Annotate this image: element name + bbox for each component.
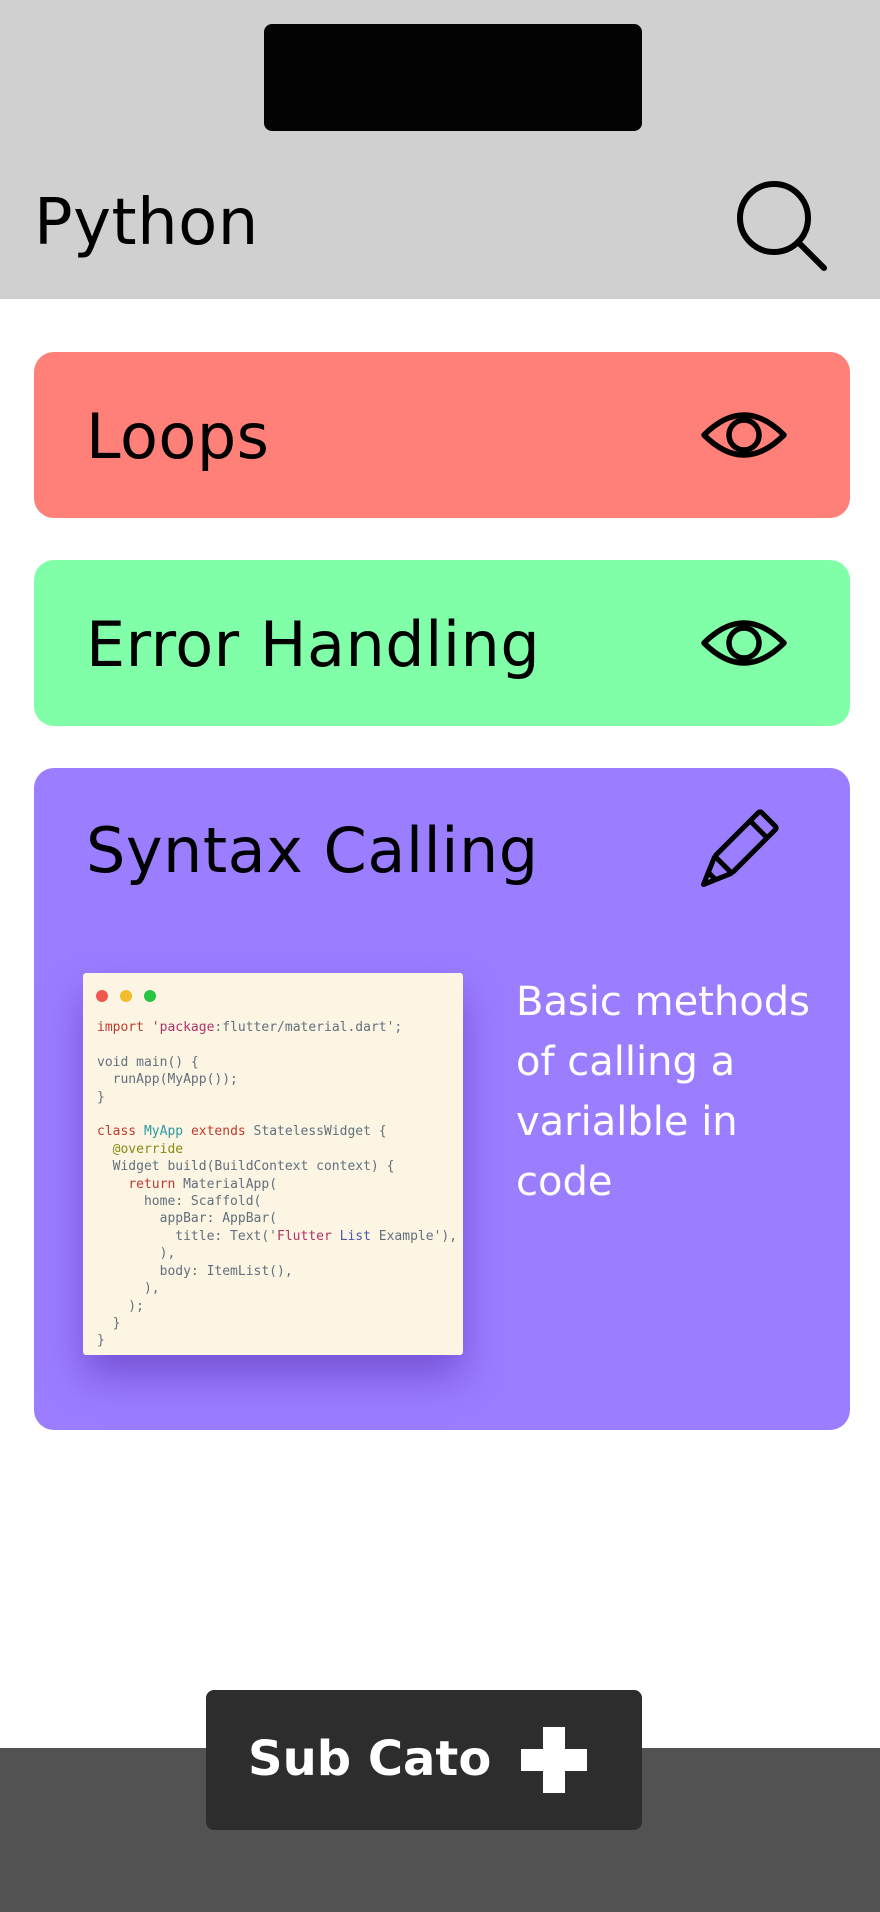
code-line: } (97, 1333, 105, 1349)
card-title: Error Handling (86, 608, 541, 681)
card-description: Basic methods of calling a varialble in … (516, 979, 810, 1205)
code-line: import 'package:flutter/material.dart'; (97, 1020, 403, 1035)
code-line: runApp(MyApp()); (97, 1072, 238, 1088)
category-card-loops[interactable]: Loops (34, 352, 850, 518)
search-button[interactable] (736, 180, 832, 276)
view-button[interactable] (694, 593, 794, 693)
add-subcategory-label: Sub Cato (248, 1731, 492, 1787)
code-block: import 'package:flutter/material.dart'; … (97, 1019, 457, 1350)
page-title: Python (34, 186, 259, 260)
status-bar-notch (264, 24, 642, 131)
code-line: @override (112, 1141, 184, 1157)
category-card-error-handling[interactable]: Error Handling (34, 560, 850, 726)
code-line: title: Text('Flutter List Example'), (97, 1228, 458, 1244)
code-line: ), (97, 1246, 176, 1262)
code-line: } (97, 1315, 121, 1331)
code-line: ); (97, 1298, 144, 1314)
edit-button[interactable] (686, 802, 786, 902)
app-header: Python (0, 0, 880, 299)
code-line: body: ItemList(), (97, 1263, 293, 1279)
code-snippet-image: import 'package:flutter/material.dart'; … (83, 973, 463, 1355)
view-button[interactable] (694, 385, 794, 485)
eye-icon (701, 620, 787, 666)
code-line: Widget build(BuildContext context) { (97, 1159, 395, 1175)
close-dot (96, 990, 108, 1002)
minimize-dot (120, 990, 133, 1002)
code-line: home: Scaffold( (97, 1194, 262, 1210)
pencil-icon (700, 809, 779, 888)
maximize-dot (144, 990, 157, 1002)
card-title: Loops (86, 400, 270, 473)
code-line: appBar: AppBar( (97, 1211, 278, 1227)
plus-icon (521, 1727, 587, 1793)
search-icon (737, 181, 827, 271)
card-title: Syntax Calling (86, 814, 539, 887)
add-subcategory-button[interactable]: Sub Cato (206, 1690, 642, 1830)
code-line: ), (97, 1281, 160, 1297)
code-line: class MyApp extends StatelessWidget { (97, 1124, 387, 1140)
code-line: void main() { (97, 1054, 199, 1070)
code-line: } (97, 1089, 105, 1105)
eye-icon (701, 412, 787, 458)
code-line: return MaterialApp( (128, 1176, 278, 1192)
window-controls (96, 987, 163, 1006)
